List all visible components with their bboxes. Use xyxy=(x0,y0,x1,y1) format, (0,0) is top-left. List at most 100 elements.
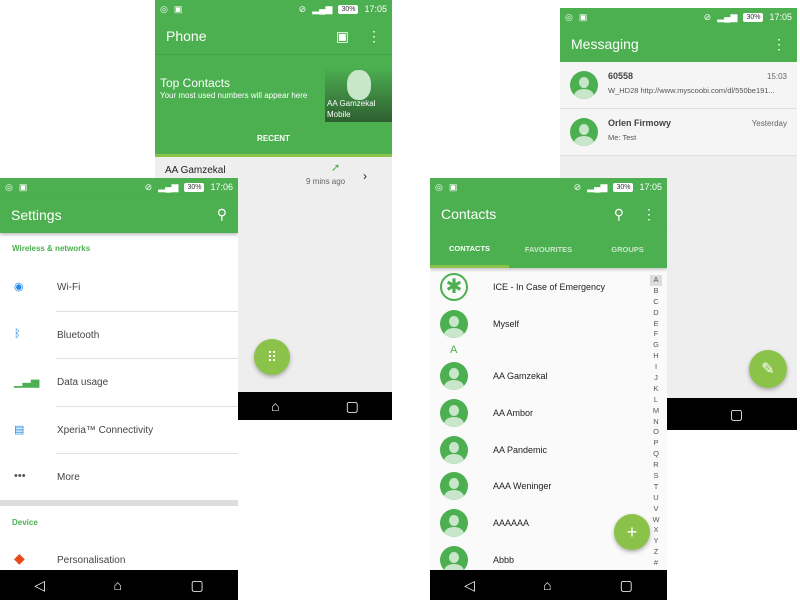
recents-button[interactable]: ▢ xyxy=(191,577,204,594)
image-icon: ▣ xyxy=(578,11,588,22)
tab-favourites[interactable]: FAVOURITES xyxy=(509,232,588,268)
index-letter[interactable]: U xyxy=(650,493,662,504)
settings-item-personalisation[interactable]: ◆ Personalisation xyxy=(0,548,238,572)
index-letter[interactable]: # xyxy=(650,558,662,569)
back-button[interactable]: ◁ xyxy=(34,577,45,594)
whatsapp-icon: ◎ xyxy=(5,181,13,192)
more-options-icon[interactable]: ⋮ xyxy=(367,28,381,45)
index-letter[interactable]: H xyxy=(650,351,662,362)
index-letter[interactable]: F xyxy=(650,329,662,340)
index-letter[interactable]: D xyxy=(650,308,662,319)
back-button[interactable]: ◁ xyxy=(464,577,475,594)
settings-item-bluetooth[interactable]: ᛒ Bluetooth xyxy=(0,312,238,359)
status-bar: ◎ ▣ ⊘ ▂▄▆ 30% 17:05 xyxy=(560,8,797,26)
toolbar: Messaging ⋮ xyxy=(560,26,797,62)
recents-button[interactable]: ▢ xyxy=(620,577,633,594)
avatar xyxy=(440,509,468,538)
tab-recent[interactable]: RECENT xyxy=(155,122,392,157)
message-thread[interactable]: 60558 15:03 W_HD28 http://www.myscoobi.com… xyxy=(560,62,797,109)
page-title: Contacts xyxy=(441,206,497,222)
dnd-icon: ⊘ xyxy=(573,181,582,192)
contacts-book-icon[interactable]: ▣ xyxy=(336,28,349,45)
index-letter[interactable]: N xyxy=(650,417,662,428)
index-letter[interactable]: K xyxy=(650,384,662,395)
settings-item-data[interactable]: ▁▃▅ Data usage xyxy=(0,359,238,407)
whatsapp-icon: ◎ xyxy=(160,3,168,14)
index-letter[interactable]: R xyxy=(650,460,662,471)
contact-row[interactable]: AA Gamzekal xyxy=(430,360,667,397)
index-letter[interactable]: A xyxy=(650,275,662,286)
more-options-icon[interactable]: ⋮ xyxy=(772,36,786,53)
contact-row[interactable]: AA Ambor xyxy=(430,397,667,434)
toolbar: Settings ⚲ xyxy=(0,196,238,233)
compose-button[interactable]: ✎ xyxy=(749,350,787,388)
page-title: Settings xyxy=(11,206,62,223)
index-letter[interactable]: Z xyxy=(650,547,662,558)
tab-contacts[interactable]: CONTACTS xyxy=(430,232,509,268)
index-letter[interactable]: M xyxy=(650,406,662,417)
section-divider xyxy=(0,500,238,506)
contacts-screen: ◎ ▣ ⊘ ▂▄▆ 30% 17:05 Contacts ⚲ ⋮ CONTACTS FAVOUR… xyxy=(430,178,667,600)
status-bar: ◎ ▣ ⊘ ▂▄▆ 30% 17:06 xyxy=(0,178,238,196)
navigation-bar: ◁ ⌂ ▢ xyxy=(430,570,667,600)
search-icon[interactable]: ⚲ xyxy=(217,206,227,223)
index-letter[interactable]: T xyxy=(650,482,662,493)
recents-button[interactable]: ▢ xyxy=(730,406,743,423)
myself-contact[interactable]: Myself xyxy=(493,319,519,329)
signal-icon: ▂▄▆ xyxy=(717,11,738,22)
top-contact-tile[interactable]: AA Gamzekal Mobile xyxy=(325,68,392,122)
index-letter[interactable]: L xyxy=(650,395,662,406)
tab-groups[interactable]: GROUPS xyxy=(588,232,667,268)
avatar xyxy=(440,362,468,390)
index-letter[interactable]: O xyxy=(650,427,662,438)
ice-contact[interactable]: ICE - In Case of Emergency xyxy=(493,282,605,292)
index-letter[interactable]: S xyxy=(650,471,662,482)
clock: 17:05 xyxy=(639,182,662,192)
thread-preview: Me: Test xyxy=(608,133,637,142)
thread-name: 60558 xyxy=(608,71,634,81)
index-letter[interactable]: C xyxy=(650,297,662,308)
index-letter[interactable]: E xyxy=(650,319,662,330)
message-thread[interactable]: Orlen Firmowy Yesterday Me: Test xyxy=(560,109,797,156)
ice-icon: ✱ xyxy=(440,273,468,301)
contact-name: AAA Weninger xyxy=(493,481,552,492)
contact-row[interactable]: AAA Weninger xyxy=(430,470,667,507)
wifi-icon: ◉ xyxy=(14,281,24,293)
home-button[interactable]: ⌂ xyxy=(543,577,551,593)
home-button[interactable]: ⌂ xyxy=(114,577,122,593)
index-letter[interactable]: X xyxy=(650,525,662,536)
call-time: 9 mins ago xyxy=(306,177,346,186)
recents-button[interactable]: ▢ xyxy=(346,398,359,415)
top-contacts-card: Top Contacts Your most used numbers will… xyxy=(155,55,392,122)
outgoing-call-icon: ➚ xyxy=(331,162,341,174)
index-letter[interactable]: Q xyxy=(650,449,662,460)
index-letter[interactable]: V xyxy=(650,504,662,515)
index-letter[interactable]: W xyxy=(650,515,662,526)
settings-item-more[interactable]: ••• More xyxy=(0,454,238,502)
contact-photo xyxy=(347,70,371,100)
more-options-icon[interactable]: ⋮ xyxy=(642,206,656,223)
add-contact-button[interactable]: + xyxy=(614,514,650,550)
index-letter[interactable]: Y xyxy=(650,536,662,547)
settings-item-xperia[interactable]: ▤ Xperia™ Connectivity xyxy=(0,407,238,454)
top-contact-name: AA Gamzekal xyxy=(327,99,376,108)
contact-row[interactable]: AA Pandemic xyxy=(430,434,667,471)
index-letter[interactable]: G xyxy=(650,340,662,351)
search-icon[interactable]: ⚲ xyxy=(614,206,624,223)
clock: 17:06 xyxy=(210,182,233,192)
whatsapp-icon: ◎ xyxy=(565,11,573,22)
battery-indicator: 30% xyxy=(338,4,359,14)
alphabet-index[interactable]: A B C D E F G H I J K L M N O P Q R S T U V W X Y Z # xyxy=(650,275,662,569)
index-letter[interactable]: P xyxy=(650,438,662,449)
plus-icon: + xyxy=(626,521,638,542)
index-letter[interactable]: J xyxy=(650,373,662,384)
chevron-right-icon[interactable]: › xyxy=(363,169,367,183)
settings-item-wi[interactable]: ◉ Wi-Fi xyxy=(0,264,238,312)
more-icon: ••• xyxy=(14,470,26,482)
avatar xyxy=(570,118,598,146)
index-letter[interactable]: B xyxy=(650,286,662,297)
index-letter[interactable]: I xyxy=(650,362,662,373)
dialpad-button[interactable]: ⠿ xyxy=(254,339,290,375)
signal-icon: ▂▄▆ xyxy=(158,181,179,192)
home-button[interactable]: ⌂ xyxy=(271,398,279,414)
